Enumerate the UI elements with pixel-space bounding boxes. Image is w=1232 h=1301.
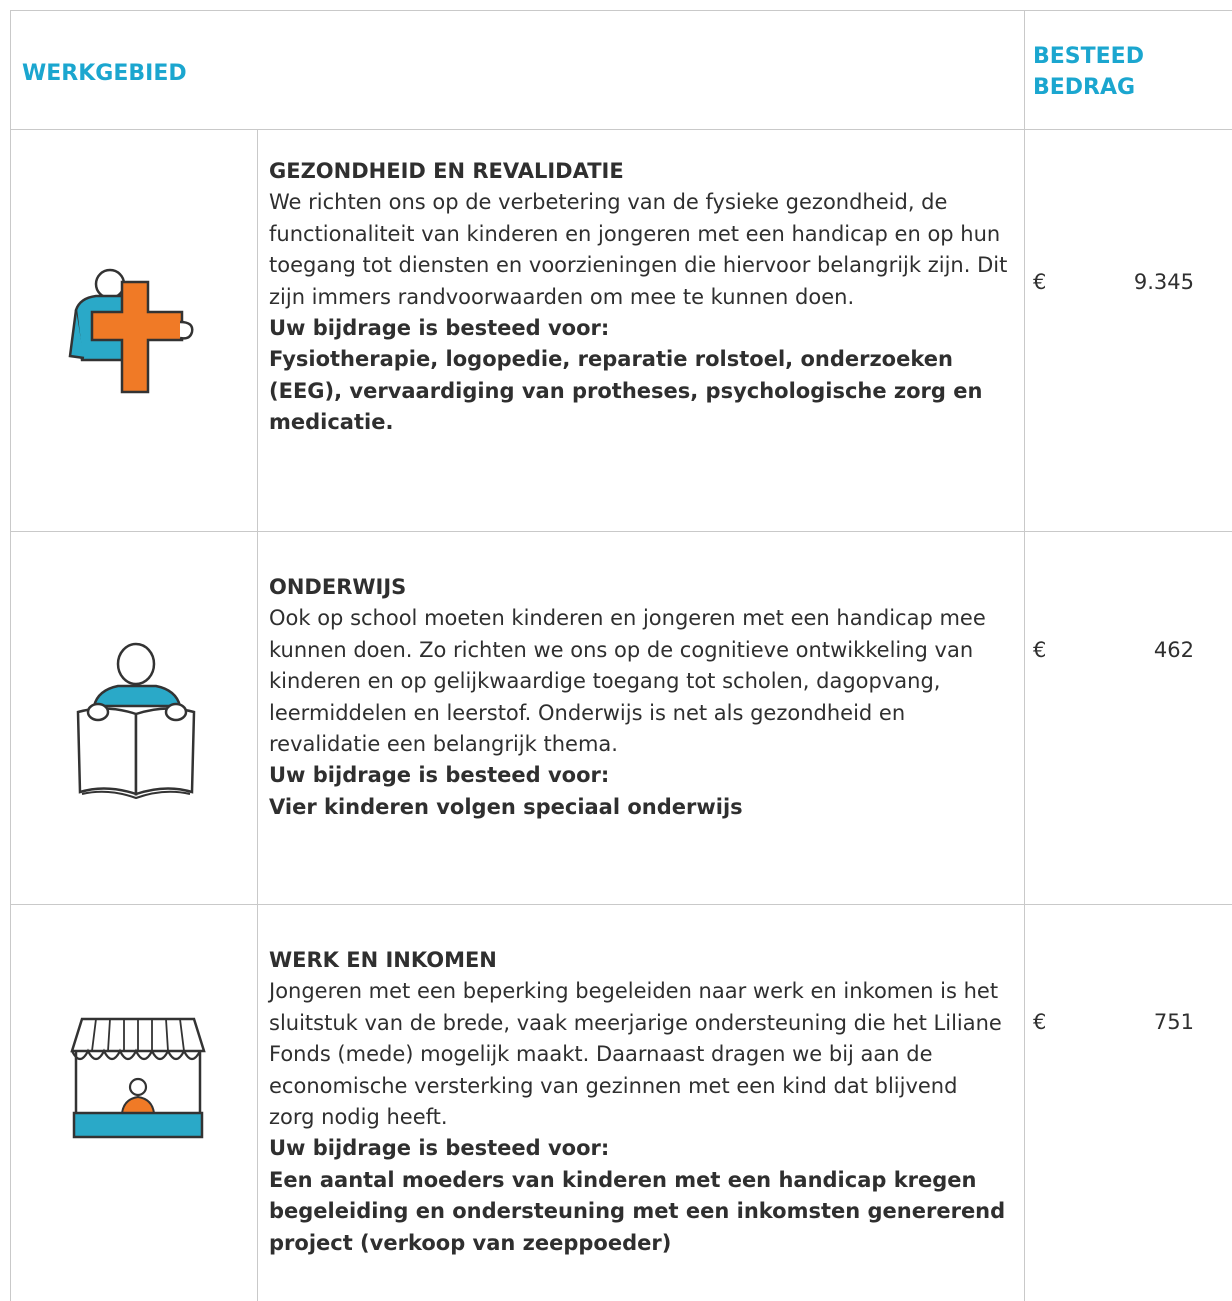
- row-health-text: GEZONDHEID EN REVALIDATIE We richten ons…: [269, 156, 1009, 439]
- header-werkgebied: WERKGEBIED: [22, 61, 187, 86]
- header-besteed-bedrag: BESTEED BEDRAG: [1033, 41, 1144, 103]
- health-plus-icon: [68, 268, 194, 394]
- row-lead: Uw bijdrage is besteed voor:: [269, 763, 610, 788]
- amount-value: 462: [1153, 638, 1194, 662]
- row-description: We richten ons op de verbetering van de …: [269, 190, 1008, 309]
- currency-symbol: €: [1033, 270, 1047, 294]
- row-lead: Uw bijdrage is besteed voor:: [269, 316, 610, 341]
- table-border-left: [10, 10, 11, 1301]
- row-education-text: ONDERWIJS Ook op school moeten kinderen …: [269, 572, 1009, 823]
- row-title: ONDERWIJS: [269, 575, 407, 599]
- row-title: WERK EN INKOMEN: [269, 948, 497, 972]
- row-divider-1: [10, 531, 1232, 532]
- table-border-top: [10, 10, 1232, 11]
- currency-symbol: €: [1033, 638, 1047, 662]
- row-spent-on: Vier kinderen volgen speciaal onderwijs: [269, 794, 743, 819]
- currency-symbol: €: [1033, 1010, 1047, 1034]
- education-book-icon: [76, 642, 196, 800]
- row-spent-on: Een aantal moeders van kinderen met een …: [269, 1167, 1006, 1255]
- row-description: Ook op school moeten kinderen en jongere…: [269, 606, 986, 757]
- header-bedrag: BEDRAG: [1033, 75, 1136, 100]
- row-divider-2: [10, 904, 1232, 905]
- row-description: Jongeren met een beperking begeleiden na…: [269, 979, 1002, 1130]
- row-divider-header: [10, 129, 1232, 130]
- col-divider-amount: [1024, 10, 1025, 1301]
- header-besteed: BESTEED: [1033, 44, 1144, 69]
- spending-table: WERKGEBIED BESTEED BEDRAG GEZONDHEID EN …: [10, 10, 1232, 1301]
- row-work-text: WERK EN INKOMEN Jongeren met een beperki…: [269, 945, 1009, 1259]
- amount-value: 9.345: [1133, 270, 1194, 294]
- amount-value: 751: [1153, 1010, 1194, 1034]
- row-title: GEZONDHEID EN REVALIDATIE: [269, 159, 624, 183]
- row-lead: Uw bijdrage is besteed voor:: [269, 1136, 610, 1161]
- col-divider-icon: [257, 129, 258, 1301]
- market-stall-icon: [70, 1017, 206, 1139]
- row-spent-on: Fysiotherapie, logopedie, reparatie rols…: [269, 347, 983, 435]
